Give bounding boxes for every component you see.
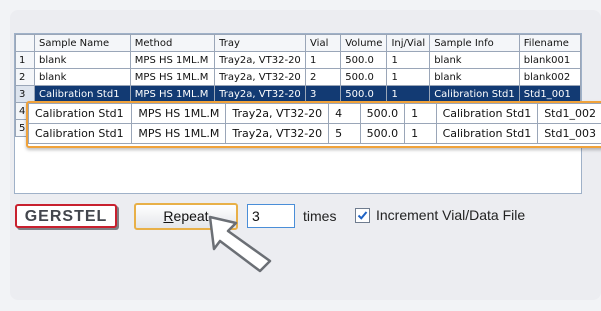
cell-inj-vial: 1 — [404, 103, 437, 124]
table-row-selected[interactable]: 3 Calibration Std1 MPS HS 1ML.M Tray2a, … — [15, 85, 581, 103]
repeat-label-rest: epeat — [173, 208, 209, 224]
cell-inj-vial[interactable]: 1 — [386, 85, 431, 103]
cell-sample-name[interactable]: blank — [34, 68, 131, 86]
cell-method: MPS HS 1ML.M — [131, 103, 227, 124]
cell-sample-name: Calibration Std1 — [28, 123, 133, 144]
logo-text: GERSTEL — [24, 208, 108, 225]
check-mark-icon — [357, 211, 368, 220]
cell-sample-info: Calibration Std1 — [435, 123, 539, 144]
cell-sample-info[interactable]: blank — [429, 68, 520, 86]
cell-tray[interactable]: Tray2a, VT32-20 — [214, 85, 307, 103]
cell-filename[interactable]: blank002 — [518, 68, 581, 86]
table-row[interactable]: 2 blank MPS HS 1ML.M Tray2a, VT32-20 2 5… — [15, 68, 581, 86]
cell-tray: Tray2a, VT32-20 — [225, 103, 330, 124]
increment-vial-checkbox[interactable] — [355, 208, 370, 223]
cell-volume[interactable]: 500.0 — [340, 85, 388, 103]
arrow-pointer-icon — [208, 215, 272, 273]
cell-tray[interactable]: Tray2a, VT32-20 — [214, 51, 307, 69]
cell-method[interactable]: MPS HS 1ML.M — [129, 85, 216, 103]
column-header-sample-info[interactable]: Sample Info — [429, 34, 520, 52]
times-label: times — [303, 208, 337, 224]
header-row: Sample Name Method Tray Vial Volume Inj/… — [15, 34, 581, 52]
cell-volume: 500.0 — [359, 103, 406, 124]
cell-volume[interactable]: 500.0 — [340, 68, 388, 86]
column-header-corner — [15, 34, 35, 52]
cell-filename[interactable]: Std1_001 — [518, 85, 581, 103]
repeated-rows-preview: Calibration Std1 MPS HS 1ML.M Tray2a, VT… — [26, 101, 601, 148]
cell-vial: 5 — [328, 123, 361, 144]
increment-vial-label[interactable]: Increment Vial/Data File — [376, 207, 525, 223]
column-header-volume[interactable]: Volume — [340, 34, 388, 52]
column-header-method[interactable]: Method — [129, 34, 216, 52]
cell-volume: 500.0 — [359, 123, 406, 144]
cell-volume[interactable]: 500.0 — [340, 51, 388, 69]
repeated-rows-grid: Calibration Std1 MPS HS 1ML.M Tray2a, VT… — [28, 103, 601, 144]
cell-filename: Std1_003 — [537, 123, 601, 144]
column-header-inj-vial[interactable]: Inj/Vial — [386, 34, 431, 52]
row-index: 2 — [15, 68, 35, 86]
preview-row: Calibration Std1 MPS HS 1ML.M Tray2a, VT… — [28, 123, 601, 144]
cell-sample-name[interactable]: Calibration Std1 — [34, 85, 131, 103]
repeat-accesskey-char: R — [163, 208, 174, 224]
cell-inj-vial[interactable]: 1 — [386, 51, 431, 69]
cell-sample-name[interactable]: blank — [34, 51, 131, 69]
column-header-tray[interactable]: Tray — [214, 34, 307, 52]
cell-vial[interactable]: 3 — [305, 85, 342, 103]
row-index: 3 — [15, 85, 35, 103]
cell-vial[interactable]: 2 — [305, 68, 342, 86]
cell-sample-info: Calibration Std1 — [435, 103, 539, 124]
cell-inj-vial[interactable]: 1 — [386, 68, 431, 86]
cell-tray: Tray2a, VT32-20 — [225, 123, 330, 144]
column-header-sample-name[interactable]: Sample Name — [34, 34, 131, 52]
cell-filename[interactable]: blank001 — [518, 51, 581, 69]
table-row[interactable]: 1 blank MPS HS 1ML.M Tray2a, VT32-20 1 5… — [15, 51, 581, 69]
cell-filename: Std1_002 — [537, 103, 601, 124]
column-header-vial[interactable]: Vial — [305, 34, 342, 52]
cell-vial[interactable]: 1 — [305, 51, 342, 69]
column-header-filename[interactable]: Filename — [518, 34, 581, 52]
gerstel-logo: GERSTEL — [15, 204, 117, 228]
preview-row: Calibration Std1 MPS HS 1ML.M Tray2a, VT… — [28, 103, 601, 124]
cell-inj-vial: 1 — [404, 123, 437, 144]
cell-sample-name: Calibration Std1 — [28, 103, 133, 124]
cell-sample-info[interactable]: blank — [429, 51, 520, 69]
cell-vial: 4 — [328, 103, 361, 124]
cell-method[interactable]: MPS HS 1ML.M — [129, 51, 216, 69]
row-index: 1 — [15, 51, 35, 69]
cell-method: MPS HS 1ML.M — [131, 123, 227, 144]
cell-method[interactable]: MPS HS 1ML.M — [129, 68, 216, 86]
cell-sample-info[interactable]: Calibration Std1 — [429, 85, 520, 103]
cell-tray[interactable]: Tray2a, VT32-20 — [214, 68, 307, 86]
